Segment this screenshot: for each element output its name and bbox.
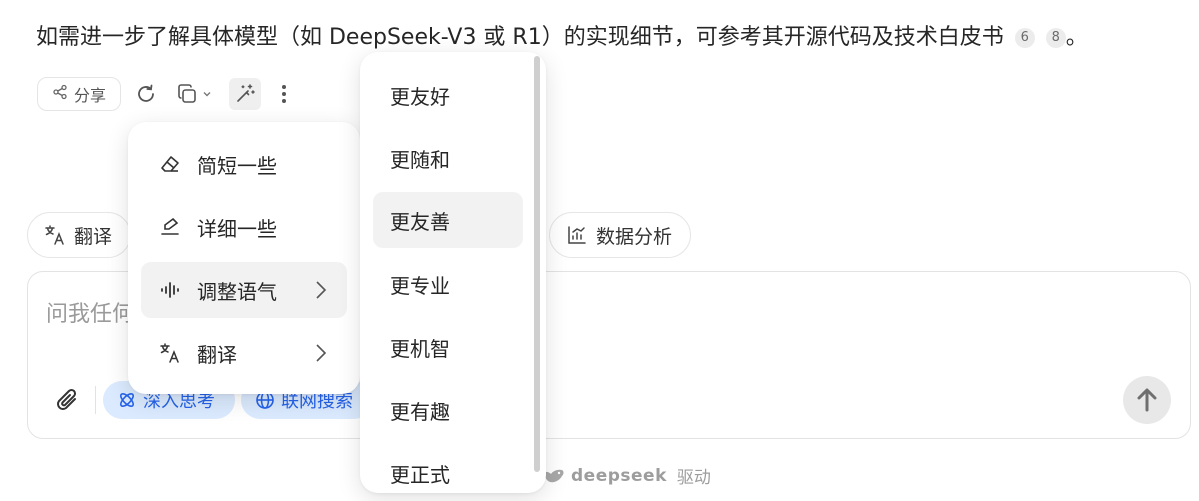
menu-item-label: 翻译 [197,342,237,367]
send-button[interactable] [1123,376,1171,424]
menu-item-label: 简短一些 [197,153,277,178]
footer-suffix: 驱动 [676,468,711,488]
tone-option-formal[interactable]: 更正式 [373,445,523,501]
regenerate-button[interactable] [134,81,158,107]
chat-input-placeholder[interactable]: 问我任何 [46,296,134,328]
share-icon [52,84,68,104]
chart-icon [568,226,586,244]
waveform-icon [159,279,185,301]
data-analysis-chip-label: 数据分析 [596,225,673,248]
submenu-scrollbar[interactable] [534,56,540,472]
translate-icon [159,342,185,364]
menu-item-adjust-tone[interactable]: 调整语气 [141,262,347,318]
powered-by: deepseek 驱动 [543,463,711,488]
translate-icon [45,225,64,245]
answer-text: 如需进一步了解具体模型（如 DeepSeek-V3 或 R1）的实现细节，可参考… [36,25,1004,50]
tone-submenu: 更友好 更随和 更友善 更专业 更机智 更有趣 更正式 [360,52,546,493]
more-button[interactable] [276,82,292,106]
chevron-right-icon [315,343,327,368]
citation-badge[interactable]: 8 [1045,28,1066,48]
refresh-icon [138,84,154,102]
answer-period: 。 [1065,25,1088,50]
translate-chip[interactable]: 翻译 [27,212,131,258]
menu-item-longer[interactable]: 详细一些 [141,199,347,255]
arrow-up-icon [1137,388,1157,412]
attach-button[interactable] [54,386,82,416]
menu-item-shorter[interactable]: 简短一些 [141,136,347,192]
eraser-icon [159,153,185,175]
menu-item-translate[interactable]: 翻译 [141,325,347,381]
data-analysis-chip[interactable]: 数据分析 [549,212,691,258]
menu-item-label: 详细一些 [197,216,277,241]
tone-option-witty[interactable]: 更机智 [373,319,523,375]
pen-icon [159,216,185,238]
share-button[interactable]: 分享 [37,77,121,111]
chevron-right-icon [315,280,327,305]
answer-paragraph: 如需进一步了解具体模型（如 DeepSeek-V3 或 R1）的实现细节，可参考… [36,20,1088,56]
tone-option-friendlier[interactable]: 更友好 [373,67,523,123]
tone-option-kinder[interactable]: 更友善 [373,192,523,248]
deepseek-logo-icon [544,469,564,482]
rewrite-button[interactable] [229,78,261,110]
copy-button[interactable] [172,81,216,107]
atom-icon [120,393,134,407]
chevron-down-icon [203,92,211,97]
menu-item-label: 调整语气 [197,279,277,304]
translate-chip-label: 翻译 [74,225,113,248]
tone-option-casual[interactable]: 更随和 [373,130,523,186]
paperclip-icon [57,388,77,410]
citation-badge[interactable]: 6 [1014,28,1035,48]
more-vertical-icon [282,85,286,103]
copy-icon [178,84,196,103]
share-label: 分享 [73,86,106,105]
tone-option-professional[interactable]: 更专业 [373,256,523,312]
footer-brand-text: deepseek [571,465,667,486]
magic-wand-icon [237,84,255,102]
rewrite-menu: 简短一些 详细一些 调整语气 翻译 [128,122,360,394]
tone-option-funny[interactable]: 更有趣 [373,382,523,438]
divider [95,386,96,414]
